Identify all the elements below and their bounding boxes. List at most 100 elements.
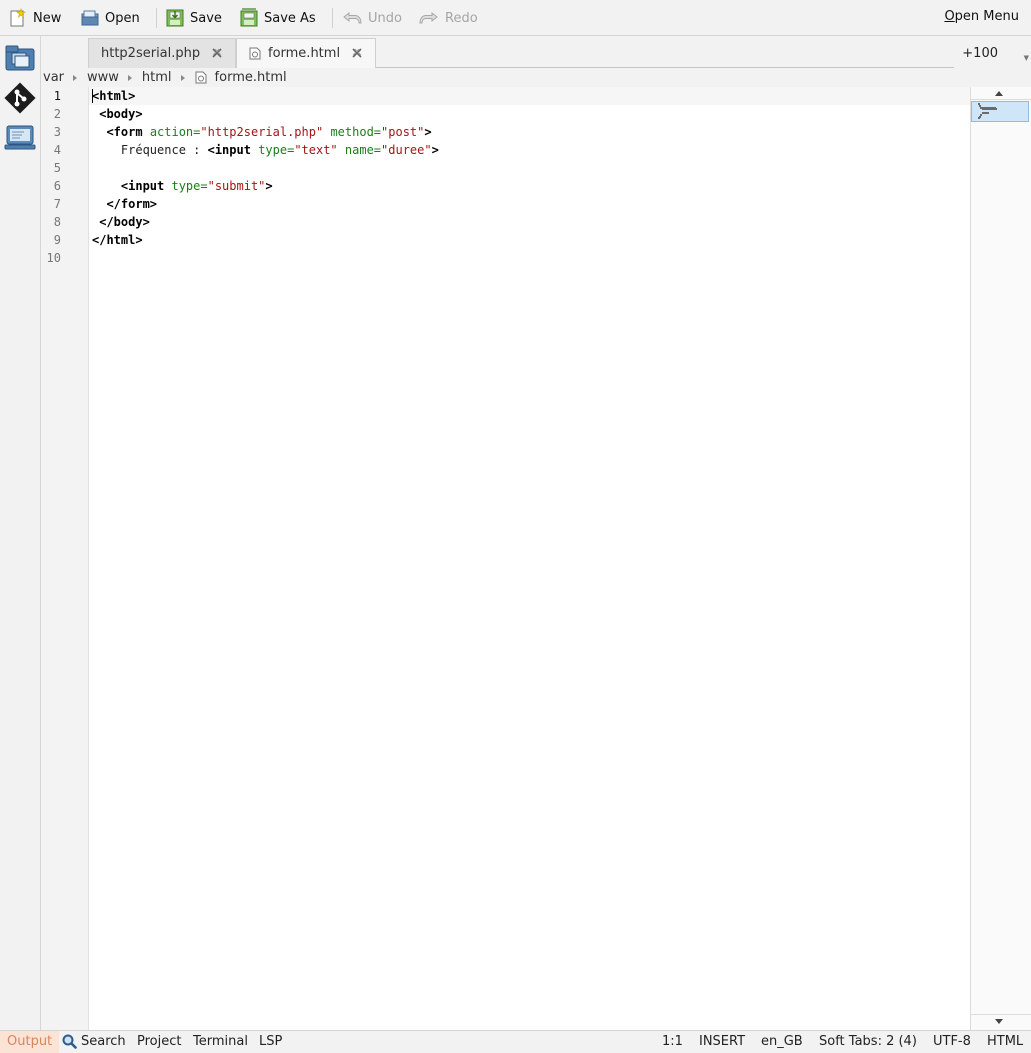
code-editor[interactable] [89,87,970,1030]
breadcrumb-item[interactable]: var [43,70,64,85]
code-token: <body> [99,107,143,121]
code-token: "duree" [381,143,432,157]
code-line[interactable]: Fréquence : <input type="text" name="dur… [92,141,439,159]
new-button[interactable]: New [8,7,61,29]
current-line-highlight [89,87,970,105]
minimap-line [982,112,990,114]
open-folder-icon [81,10,99,26]
spellcheck-language[interactable]: en_GB [761,1034,803,1049]
breadcrumb-separator-icon [73,74,78,81]
search-icon [62,1034,77,1049]
undo-icon [343,11,362,24]
line-number: 4 [53,143,61,157]
search-button[interactable]: Search [62,1034,126,1049]
code-line[interactable]: <input type="submit"> [92,177,273,195]
tab-forme-html[interactable]: forme.html [236,38,376,68]
code-token: "submit" [207,179,266,193]
tab-list-dropdown-icon[interactable]: ▼ [1024,54,1029,62]
open-menu-button[interactable]: Open Menu [944,9,1019,24]
line-number: 10 [46,251,61,265]
code-token: > [431,143,439,157]
save-button[interactable]: Save [165,7,222,29]
tab-http2serial[interactable]: http2serial.php [88,38,236,68]
line-number: 2 [53,107,61,121]
side-panel [0,36,41,1030]
tab-bar: http2serial.php forme.html [41,36,1031,68]
breadcrumb: var www html forme.html [41,68,1031,87]
minimap[interactable] [970,87,1031,1030]
code-token: name= [344,143,382,157]
redo-label: Redo [445,10,478,26]
open-label: Open [105,10,140,26]
search-label: Search [81,1034,126,1049]
line-number: 1 [53,89,61,103]
undo-label: Undo [368,10,402,26]
file-browser-icon[interactable] [4,42,36,74]
breadcrumb-separator-icon [180,74,185,81]
code-token: > [265,179,273,193]
encoding[interactable]: UTF-8 [933,1034,971,1049]
git-icon[interactable] [3,81,37,115]
code-token: <html> [92,89,136,103]
scroll-up-icon[interactable] [995,91,1003,96]
code-token: action= [149,125,201,139]
code-token: Fréquence : [120,143,208,157]
save-label: Save [190,10,222,26]
breadcrumb-item[interactable]: www [87,70,119,85]
html-file-icon [195,71,207,84]
code-token: > [424,125,432,139]
code-line[interactable]: <html> [92,87,135,105]
save-as-button[interactable]: Save As [239,7,316,29]
breadcrumb-item[interactable]: html [142,70,172,85]
code-line[interactable]: </form> [92,195,157,213]
html-file-icon [249,47,261,60]
cursor-position[interactable]: 1:1 [662,1034,683,1049]
code-token: </body> [99,215,150,229]
code-token: "text" [294,143,338,157]
output-button[interactable]: Output [0,1031,60,1053]
syntax-language[interactable]: HTML [987,1034,1023,1049]
code-line[interactable]: <body> [92,105,143,123]
open-menu-mnemonic: O [944,9,955,24]
text-cursor [92,89,93,103]
new-label: New [33,10,62,26]
minimap-line [978,117,981,120]
undo-button[interactable]: Undo [341,7,402,29]
line-number: 3 [53,125,61,139]
breadcrumb-separator-icon [127,74,132,81]
breadcrumb-file[interactable]: forme.html [215,70,287,85]
terminal-button[interactable]: Terminal [193,1034,248,1049]
line-number-gutter: 1 2 3 4 5 6 7 8 9 10 [41,87,89,1030]
code-token: <input [207,143,259,157]
code-token: <input [120,179,172,193]
code-line[interactable]: <form action="http2serial.php" method="p… [92,123,432,141]
close-icon[interactable] [211,47,223,59]
line-number: 7 [53,197,61,211]
code-line[interactable]: </html> [92,231,143,249]
tab-label: http2serial.php [101,46,201,61]
scroll-down-icon[interactable] [995,1019,1003,1024]
zoom-level[interactable]: +100 [962,46,998,61]
indentation-setting[interactable]: Soft Tabs: 2 (4) [819,1034,917,1049]
lsp-button[interactable]: LSP [259,1034,282,1049]
terminal-computer-icon[interactable] [4,121,36,153]
line-number: 6 [53,179,61,193]
code-token: "http2serial.php" [200,125,324,139]
code-token: </html> [92,233,143,247]
minimap-line [982,108,998,111]
project-button[interactable]: Project [137,1034,181,1049]
toolbar-separator [332,8,333,28]
code-token: method= [330,125,382,139]
close-icon[interactable] [351,47,363,59]
edit-mode[interactable]: INSERT [699,1034,745,1049]
code-token: <form [106,125,150,139]
redo-button[interactable]: Redo [418,7,478,29]
save-icon [166,9,184,27]
open-button[interactable]: Open [80,7,140,29]
code-line[interactable]: </body> [92,213,150,231]
